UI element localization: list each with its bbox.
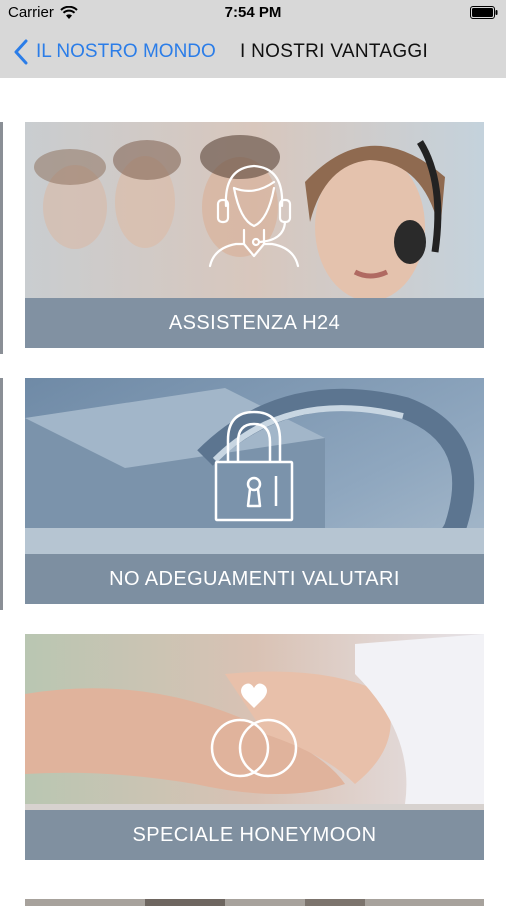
headset-agent-icon [208,164,300,268]
content-list[interactable]: ASSISTENZA H24 NO ADEGUAMENTI VALUTARI S… [0,78,506,906]
page-title: I NOSTRI VANTAGGI [240,41,429,62]
card-label: SPECIALE HONEYMOON [25,810,484,860]
card-next-partial[interactable] [25,896,484,906]
card-label: ASSISTENZA H24 [25,298,484,348]
next-card-photo [25,899,484,906]
card-no-adeguamenti-valutari[interactable]: NO ADEGUAMENTI VALUTARI [25,378,484,604]
card-speciale-honeymoon[interactable]: SPECIALE HONEYMOON [25,634,484,860]
wedding-rings-icon [210,683,298,778]
status-bar: Carrier 7:54 PM [0,0,506,26]
battery-icon [470,6,498,19]
back-button[interactable]: IL NOSTRO MONDO [14,39,216,65]
card-label: NO ADEGUAMENTI VALUTARI [25,554,484,604]
card-assistenza-h24[interactable]: ASSISTENZA H24 [25,122,484,348]
side-sliver [0,378,3,610]
chevron-left-icon [14,39,28,65]
back-button-label: IL NOSTRO MONDO [36,41,216,62]
padlock-icon [214,410,294,522]
side-sliver [0,122,3,354]
navigation-bar: IL NOSTRO MONDO I NOSTRI VANTAGGI [0,26,506,78]
status-time: 7:54 PM [224,4,282,21]
